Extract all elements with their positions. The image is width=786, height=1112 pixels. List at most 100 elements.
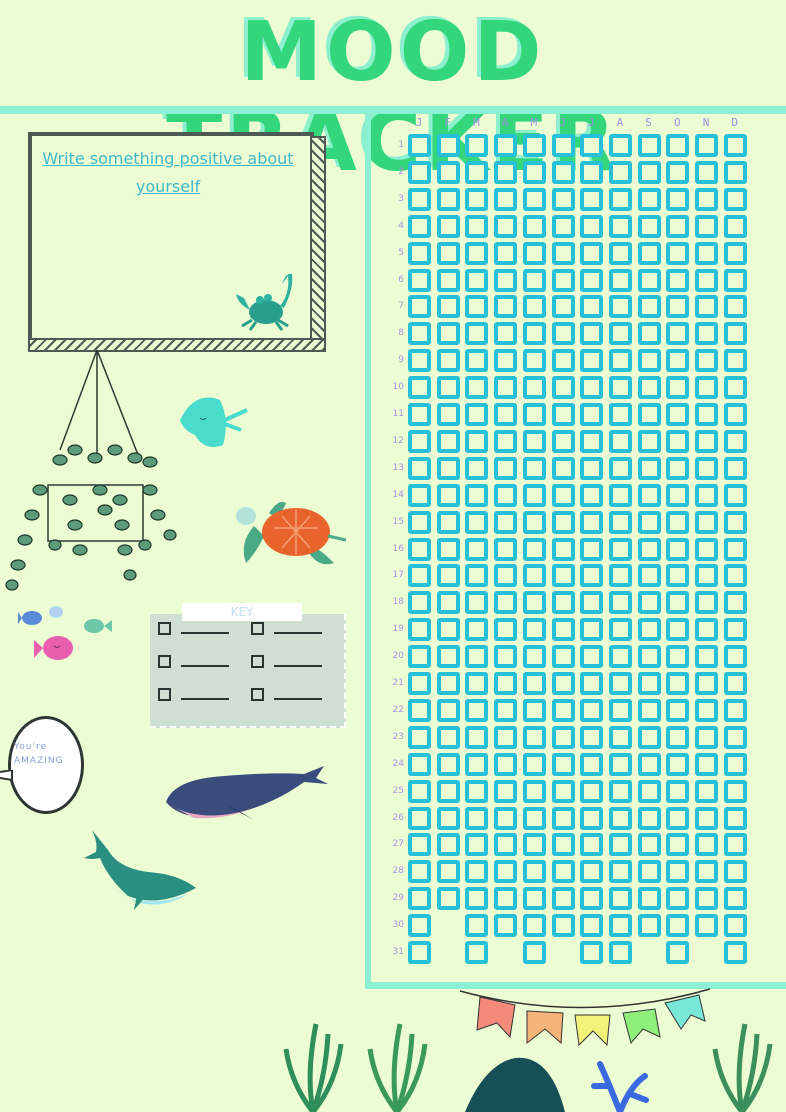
mood-cell[interactable] bbox=[436, 483, 460, 507]
mood-cell[interactable] bbox=[608, 725, 632, 749]
mood-cell[interactable] bbox=[551, 456, 575, 480]
mood-cell[interactable] bbox=[580, 214, 604, 238]
mood-cell[interactable] bbox=[494, 376, 518, 400]
mood-cell[interactable] bbox=[723, 214, 747, 238]
mood-cell[interactable] bbox=[723, 941, 747, 964]
mood-cell[interactable] bbox=[551, 645, 575, 669]
mood-cell[interactable] bbox=[637, 322, 661, 346]
mood-cell[interactable] bbox=[723, 403, 747, 426]
mood-cell[interactable] bbox=[436, 187, 460, 211]
mood-cell[interactable] bbox=[723, 483, 747, 507]
mood-cell[interactable] bbox=[436, 564, 460, 588]
mood-cell[interactable] bbox=[695, 779, 718, 803]
mood-cell[interactable] bbox=[408, 860, 431, 884]
mood-cell[interactable] bbox=[522, 403, 546, 426]
mood-cell[interactable] bbox=[494, 160, 518, 184]
mood-cell[interactable] bbox=[637, 268, 661, 292]
mood-cell[interactable] bbox=[436, 698, 460, 722]
mood-cell[interactable] bbox=[580, 134, 604, 157]
mood-cell[interactable] bbox=[608, 187, 632, 211]
mood-cell[interactable] bbox=[551, 833, 575, 857]
mood-cell[interactable] bbox=[494, 645, 518, 669]
mood-cell[interactable] bbox=[494, 564, 518, 588]
mood-cell[interactable] bbox=[695, 187, 718, 211]
mood-cell[interactable] bbox=[723, 752, 747, 776]
mood-cell[interactable] bbox=[408, 698, 431, 722]
mood-cell[interactable] bbox=[551, 349, 575, 373]
mood-cell[interactable] bbox=[608, 537, 632, 561]
mood-cell[interactable] bbox=[436, 268, 460, 292]
mood-cell[interactable] bbox=[666, 591, 690, 615]
mood-cell[interactable] bbox=[723, 187, 747, 211]
mood-cell[interactable] bbox=[695, 483, 718, 507]
mood-cell[interactable] bbox=[580, 564, 604, 588]
mood-cell[interactable] bbox=[580, 268, 604, 292]
mood-cell[interactable] bbox=[494, 214, 518, 238]
mood-cell[interactable] bbox=[551, 698, 575, 722]
mood-cell[interactable] bbox=[637, 645, 661, 669]
mood-cell[interactable] bbox=[436, 134, 460, 157]
mood-cell[interactable] bbox=[465, 483, 489, 507]
mood-cell[interactable] bbox=[723, 241, 747, 265]
mood-cell[interactable] bbox=[436, 725, 460, 749]
mood-cell[interactable] bbox=[494, 698, 518, 722]
mood-cell[interactable] bbox=[637, 672, 661, 695]
mood-cell[interactable] bbox=[522, 160, 546, 184]
mood-cell[interactable] bbox=[666, 645, 690, 669]
mood-cell[interactable] bbox=[551, 241, 575, 265]
mood-cell[interactable] bbox=[494, 779, 518, 803]
mood-cell[interactable] bbox=[551, 914, 575, 938]
mood-cell[interactable] bbox=[580, 887, 604, 911]
mood-cell[interactable] bbox=[666, 349, 690, 373]
mood-cell[interactable] bbox=[408, 752, 431, 776]
mood-cell[interactable] bbox=[522, 833, 546, 857]
key-label-line[interactable] bbox=[274, 631, 322, 634]
mood-cell[interactable] bbox=[695, 860, 718, 884]
mood-cell[interactable] bbox=[723, 134, 747, 157]
mood-cell[interactable] bbox=[580, 322, 604, 346]
mood-cell[interactable] bbox=[522, 806, 546, 830]
mood-cell[interactable] bbox=[465, 187, 489, 211]
key-swatch-box[interactable] bbox=[251, 655, 264, 668]
mood-cell[interactable] bbox=[637, 860, 661, 884]
mood-cell[interactable] bbox=[436, 376, 460, 400]
mood-cell[interactable] bbox=[408, 779, 431, 803]
key-swatch-box[interactable] bbox=[158, 655, 171, 668]
mood-cell[interactable] bbox=[465, 833, 489, 857]
mood-cell[interactable] bbox=[522, 187, 546, 211]
mood-cell[interactable] bbox=[723, 268, 747, 292]
mood-cell[interactable] bbox=[494, 134, 518, 157]
mood-cell[interactable] bbox=[436, 779, 460, 803]
mood-cell[interactable] bbox=[580, 295, 604, 319]
mood-cell[interactable] bbox=[695, 429, 718, 453]
mood-cell[interactable] bbox=[580, 483, 604, 507]
mood-cell[interactable] bbox=[494, 672, 518, 695]
mood-cell[interactable] bbox=[695, 564, 718, 588]
mood-cell[interactable] bbox=[608, 779, 632, 803]
mood-cell[interactable] bbox=[608, 483, 632, 507]
mood-cell[interactable] bbox=[465, 537, 489, 561]
mood-cell[interactable] bbox=[637, 537, 661, 561]
mood-cell[interactable] bbox=[666, 483, 690, 507]
mood-cell[interactable] bbox=[522, 564, 546, 588]
mood-cell[interactable] bbox=[695, 160, 718, 184]
mood-cell[interactable] bbox=[723, 510, 747, 534]
mood-cell[interactable] bbox=[551, 672, 575, 695]
mood-cell[interactable] bbox=[637, 160, 661, 184]
mood-cell[interactable] bbox=[666, 403, 690, 426]
mood-cell[interactable] bbox=[551, 564, 575, 588]
mood-cell[interactable] bbox=[608, 618, 632, 642]
key-label-line[interactable] bbox=[181, 631, 229, 634]
mood-cell[interactable] bbox=[666, 214, 690, 238]
mood-cell[interactable] bbox=[408, 941, 431, 964]
mood-cell[interactable] bbox=[465, 456, 489, 480]
key-label-line[interactable] bbox=[181, 664, 229, 667]
mood-cell[interactable] bbox=[522, 214, 546, 238]
key-swatch-box[interactable] bbox=[251, 688, 264, 701]
mood-cell[interactable] bbox=[522, 645, 546, 669]
mood-cell[interactable] bbox=[522, 672, 546, 695]
mood-cell[interactable] bbox=[465, 134, 489, 157]
mood-cell[interactable] bbox=[580, 349, 604, 373]
key-label-line[interactable] bbox=[274, 664, 322, 667]
mood-cell[interactable] bbox=[695, 510, 718, 534]
